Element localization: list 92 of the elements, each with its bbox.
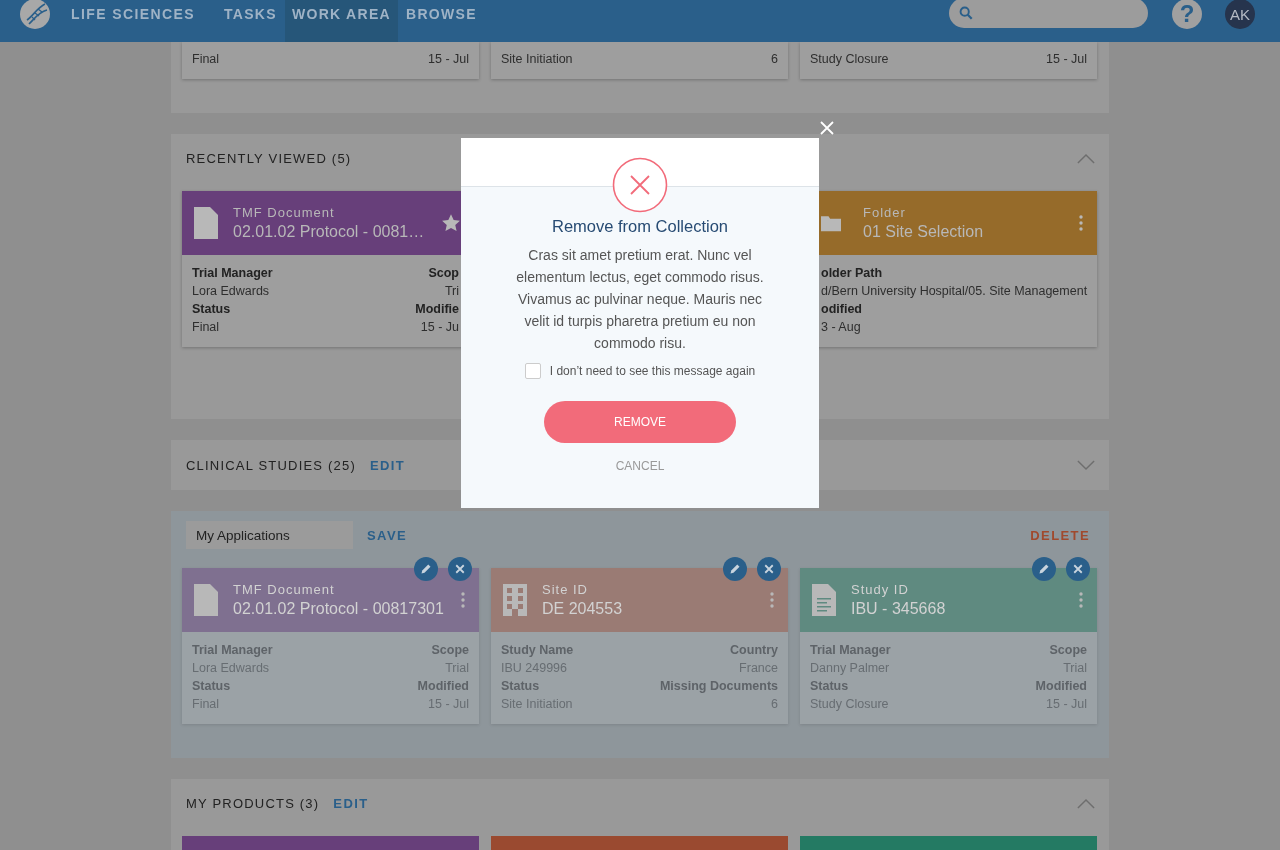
edit-link[interactable]: EDIT	[333, 795, 369, 811]
remove-button[interactable]: REMOVE	[544, 401, 736, 443]
edit-button[interactable]	[414, 557, 438, 581]
checkbox-label: I don’t need to see this message again	[549, 364, 756, 378]
close-icon[interactable]	[820, 121, 834, 135]
remove-button[interactable]	[1066, 557, 1090, 581]
card-type: Site ID	[542, 580, 589, 598]
remove-button[interactable]	[757, 557, 781, 581]
more-icon[interactable]	[1079, 592, 1083, 608]
edit-button[interactable]	[723, 557, 747, 581]
close-icon	[454, 563, 466, 575]
card-type: Study ID	[851, 580, 910, 598]
collapse-icon[interactable]	[1077, 152, 1095, 164]
card[interactable]: Site Initiation 6	[491, 42, 788, 79]
app-name: LIFE SCIENCES	[71, 6, 195, 22]
section-title: RECENTLY VIEWED (5)	[186, 150, 352, 166]
expand-icon[interactable]	[1077, 459, 1095, 471]
field-label: Modified	[417, 678, 469, 695]
field-label: Modified	[1035, 678, 1087, 695]
field-label: Modifie	[415, 301, 459, 318]
document-icon	[194, 207, 218, 239]
field-label: Country	[730, 642, 778, 659]
search-field[interactable]	[949, 0, 1148, 28]
field-value: 15 - Ju	[420, 319, 459, 336]
field-label: Study Name	[501, 642, 574, 659]
pencil-icon	[729, 563, 741, 575]
checkbox[interactable]	[524, 363, 541, 379]
field-label: older Path	[821, 265, 883, 282]
section-title: CLINICAL STUDIES (25)	[186, 457, 356, 473]
field-value: Final	[192, 319, 220, 336]
save-link[interactable]: SAVE	[367, 527, 408, 543]
card[interactable]: Study Closure 15 - Jul	[800, 42, 1097, 79]
card-title: 02.01.02 Protocol - 0081…	[233, 221, 426, 242]
nav-tab[interactable]: TASKS	[217, 0, 284, 42]
field-value: 15 - Jul	[1046, 51, 1087, 68]
edit-button[interactable]	[1032, 557, 1056, 581]
field-value: d/Bern University Hospital/05. Site Management	[821, 283, 1088, 300]
section-title: MY PRODUCTS (3)	[186, 795, 320, 811]
edit-link[interactable]: EDIT	[369, 457, 406, 473]
field-value: 6	[771, 51, 778, 68]
field-label: Status	[192, 678, 231, 695]
field-label: Scope	[431, 642, 469, 659]
star-icon[interactable]	[441, 213, 461, 233]
document-icon	[194, 584, 218, 616]
building-icon	[503, 584, 527, 616]
nav-tab[interactable]: WORK AREA	[284, 0, 398, 42]
close-icon	[1072, 563, 1084, 575]
pencil-icon	[1038, 563, 1050, 575]
field-label: Missing Documents	[659, 678, 778, 695]
dialog-title: Remove from Collection	[551, 217, 729, 236]
name-field[interactable]: My Applications	[186, 521, 353, 549]
field-value: Tri	[444, 283, 459, 300]
card-title: IBU - 345668	[851, 598, 947, 619]
more-icon[interactable]	[1079, 215, 1083, 231]
remove-button[interactable]	[448, 557, 472, 581]
card-title: 01 Site Selection	[863, 221, 985, 242]
field-label: Status	[192, 301, 231, 318]
field-label: Trial Manager	[192, 265, 273, 282]
folder-icon	[821, 214, 841, 232]
document-icon	[812, 584, 836, 616]
field-value: 3 - Aug	[821, 319, 861, 336]
card-title: DE 204553	[542, 598, 624, 619]
delete-link[interactable]: DELETE	[1030, 527, 1090, 543]
field-value: Lora Edwards	[192, 283, 270, 300]
card-type: TMF Document	[233, 203, 336, 221]
field-label: Status	[810, 678, 849, 695]
cancel-button[interactable]: CANCEL	[615, 459, 665, 473]
more-icon[interactable]	[770, 592, 774, 608]
card[interactable]: Final 15 - Jul	[182, 42, 479, 79]
field-value: Site Initiation	[501, 51, 573, 68]
more-icon[interactable]	[461, 592, 465, 608]
field-label: Trial Manager	[810, 642, 891, 659]
error-icon	[612, 157, 668, 213]
card-type: Folder	[863, 203, 907, 221]
user-avatar[interactable]: AK	[1225, 0, 1255, 29]
nav-tab[interactable]: BROWSE	[399, 0, 484, 42]
field-label: Scope	[1049, 642, 1087, 659]
card-type: TMF Document	[233, 580, 336, 598]
field-label: odified	[821, 301, 862, 318]
field-label: Status	[501, 678, 540, 695]
field-value: Study Closure	[810, 51, 889, 68]
field-value: 15 - Jul	[428, 51, 469, 68]
help-button[interactable]: ?	[1172, 0, 1202, 29]
card-title: 02.01.02 Protocol - 00817301	[233, 598, 445, 619]
pencil-icon	[420, 563, 432, 575]
dialog-message: Cras sit amet pretium erat. Nunc vel elementum lectus, eget commodo risus. Vivamus ac pulvinar neque. Mauris nec velit id turpis pharetra pretium eu non commodo risu.	[515, 246, 765, 353]
close-icon	[763, 563, 775, 575]
field-label: Trial Manager	[192, 642, 273, 659]
field-value: Final	[192, 51, 220, 68]
search-icon	[959, 6, 973, 20]
field-label: Scop	[428, 265, 459, 282]
collapse-icon[interactable]	[1077, 797, 1095, 809]
